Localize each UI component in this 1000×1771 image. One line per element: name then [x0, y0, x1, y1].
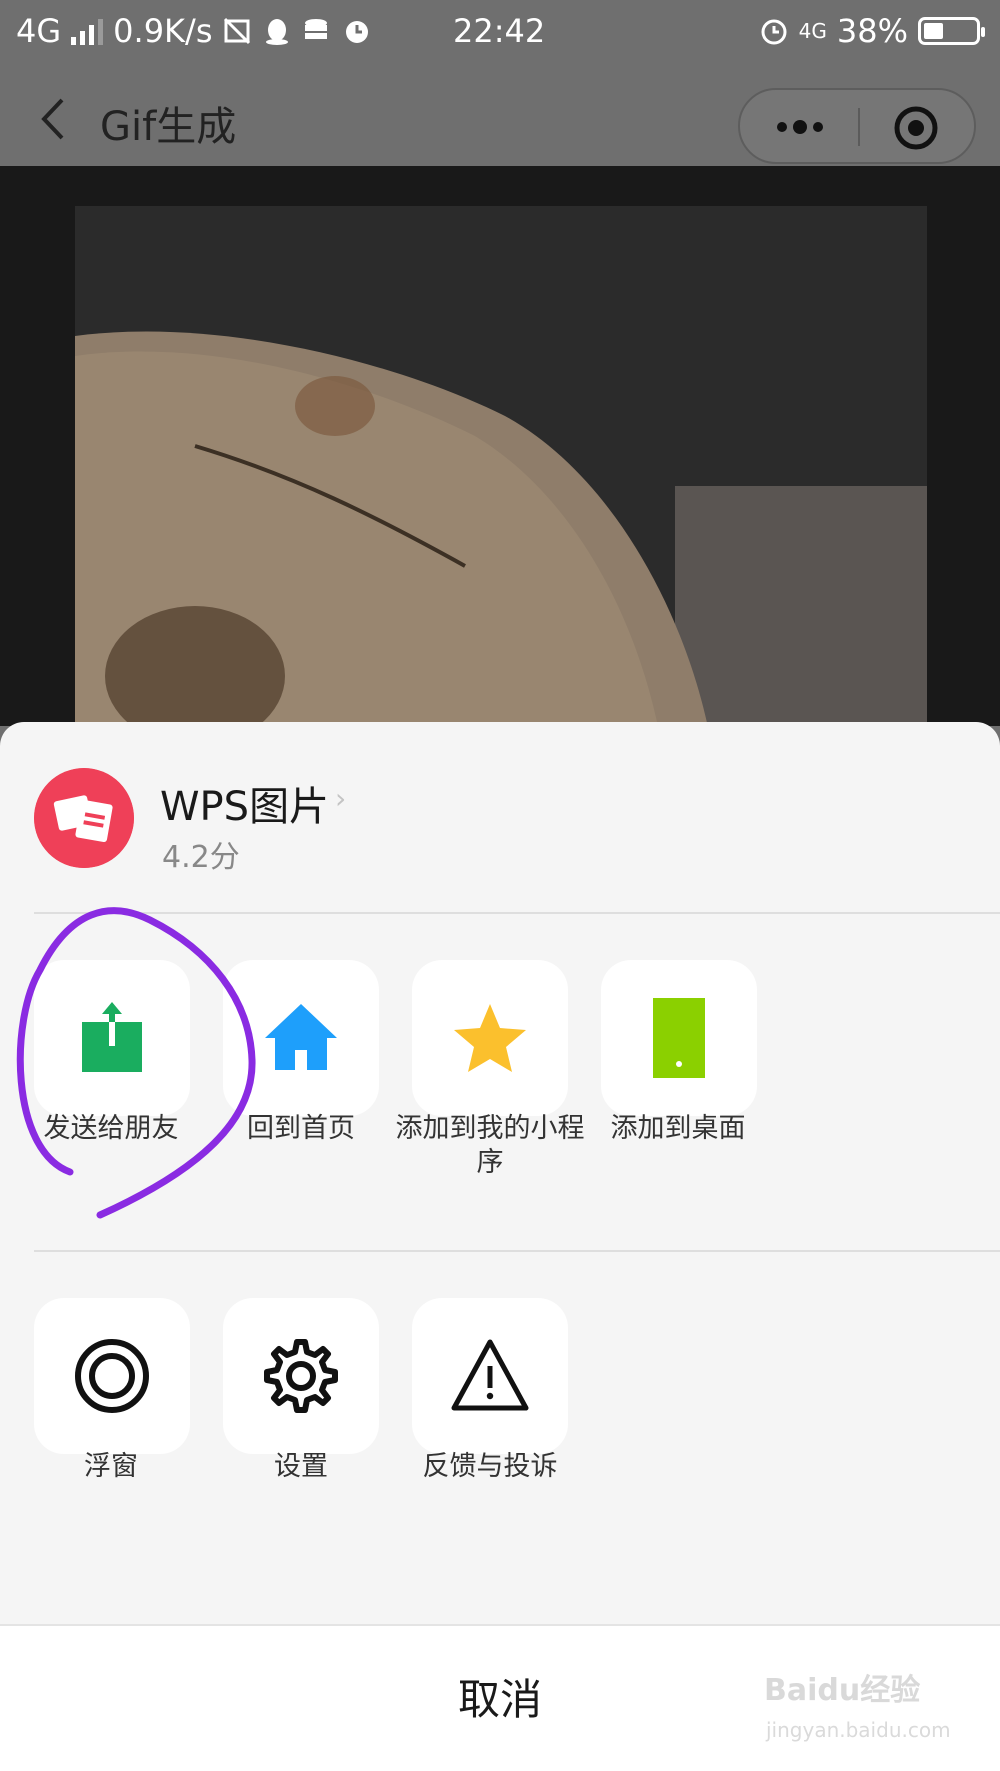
network-label: 4G [16, 12, 62, 50]
baidu-watermark: Baidu经验 [764, 1673, 921, 1708]
chevron-right-icon: › [335, 782, 347, 815]
add-to-my-mini-programs-label: 添加到我的小程序 [395, 1113, 585, 1178]
feedback-complaint-label: 反馈与投诉 [422, 1451, 558, 1482]
status-right: 4G 38% [759, 12, 985, 50]
back-to-home-label: 回到首页 [247, 1113, 355, 1144]
clock: 22:42 [453, 12, 546, 50]
battery-icon [918, 17, 985, 45]
network-speed: 0.9K/s [113, 12, 213, 50]
phone-icon [653, 998, 705, 1078]
battery-percent: 38% [836, 12, 908, 50]
qq-icon [266, 19, 289, 45]
screen: 4G 0.9K/s 22:42 4G 38% Gif生成 WPS图片 › 4.2… [0, 0, 1000, 1771]
close-mini-program-icon[interactable] [892, 104, 940, 152]
divider [34, 912, 1000, 914]
storage-icon [305, 19, 328, 39]
home-icon [265, 1004, 337, 1070]
warning-icon [451, 1339, 529, 1411]
nav-bar: Gif生成 [0, 72, 1000, 166]
baidu-watermark-url: jingyan.baidu.com [766, 1718, 951, 1742]
float-window-button[interactable] [34, 1298, 190, 1454]
page-title: Gif生成 [100, 104, 237, 150]
status-bar: 4G 0.9K/s 22:42 4G 38% [0, 0, 1000, 70]
app-name[interactable]: WPS图片 [160, 774, 329, 832]
content-area [0, 166, 1000, 766]
mini-program-capsule [738, 88, 976, 164]
divider [34, 1250, 1000, 1252]
alarm-icon [761, 19, 787, 45]
star-icon [454, 1004, 526, 1072]
add-to-desktop-button[interactable] [601, 960, 757, 1116]
share-icon [82, 1002, 142, 1072]
add-to-my-mini-programs-button[interactable] [412, 960, 568, 1116]
gear-icon [264, 1339, 338, 1413]
gif-preview-image [75, 206, 927, 766]
feedback-complaint-button[interactable] [412, 1298, 568, 1454]
alarm-icon [346, 21, 369, 43]
capsule-divider [858, 108, 860, 146]
float-window-label: 浮窗 [84, 1451, 138, 1482]
app-rating: 4.2分 [162, 840, 240, 875]
settings-label: 设置 [274, 1451, 328, 1482]
float-window-icon [75, 1339, 149, 1413]
mute-icon [224, 17, 251, 45]
battery-fill [924, 23, 943, 39]
signal-icon [71, 17, 104, 45]
wps-picture-logo [34, 768, 134, 868]
more-icon[interactable] [768, 108, 832, 146]
back-to-home-button[interactable] [223, 960, 379, 1116]
settings-button[interactable] [223, 1298, 379, 1454]
status-left: 4G 0.9K/s [16, 12, 372, 50]
app-info-row[interactable]: WPS图片 › 4.2分 [0, 722, 1000, 912]
action-sheet: WPS图片 › 4.2分 发送给朋友 回到首页 添加到我的小程序 添加到桌面 浮… [0, 722, 1000, 1771]
add-to-desktop-label: 添加到桌面 [610, 1113, 746, 1144]
share-to-friend-label: 发送给朋友 [43, 1113, 179, 1144]
network-right-label: 4G [798, 19, 827, 43]
back-icon[interactable] [34, 96, 74, 142]
share-to-friend-button[interactable] [34, 960, 190, 1116]
